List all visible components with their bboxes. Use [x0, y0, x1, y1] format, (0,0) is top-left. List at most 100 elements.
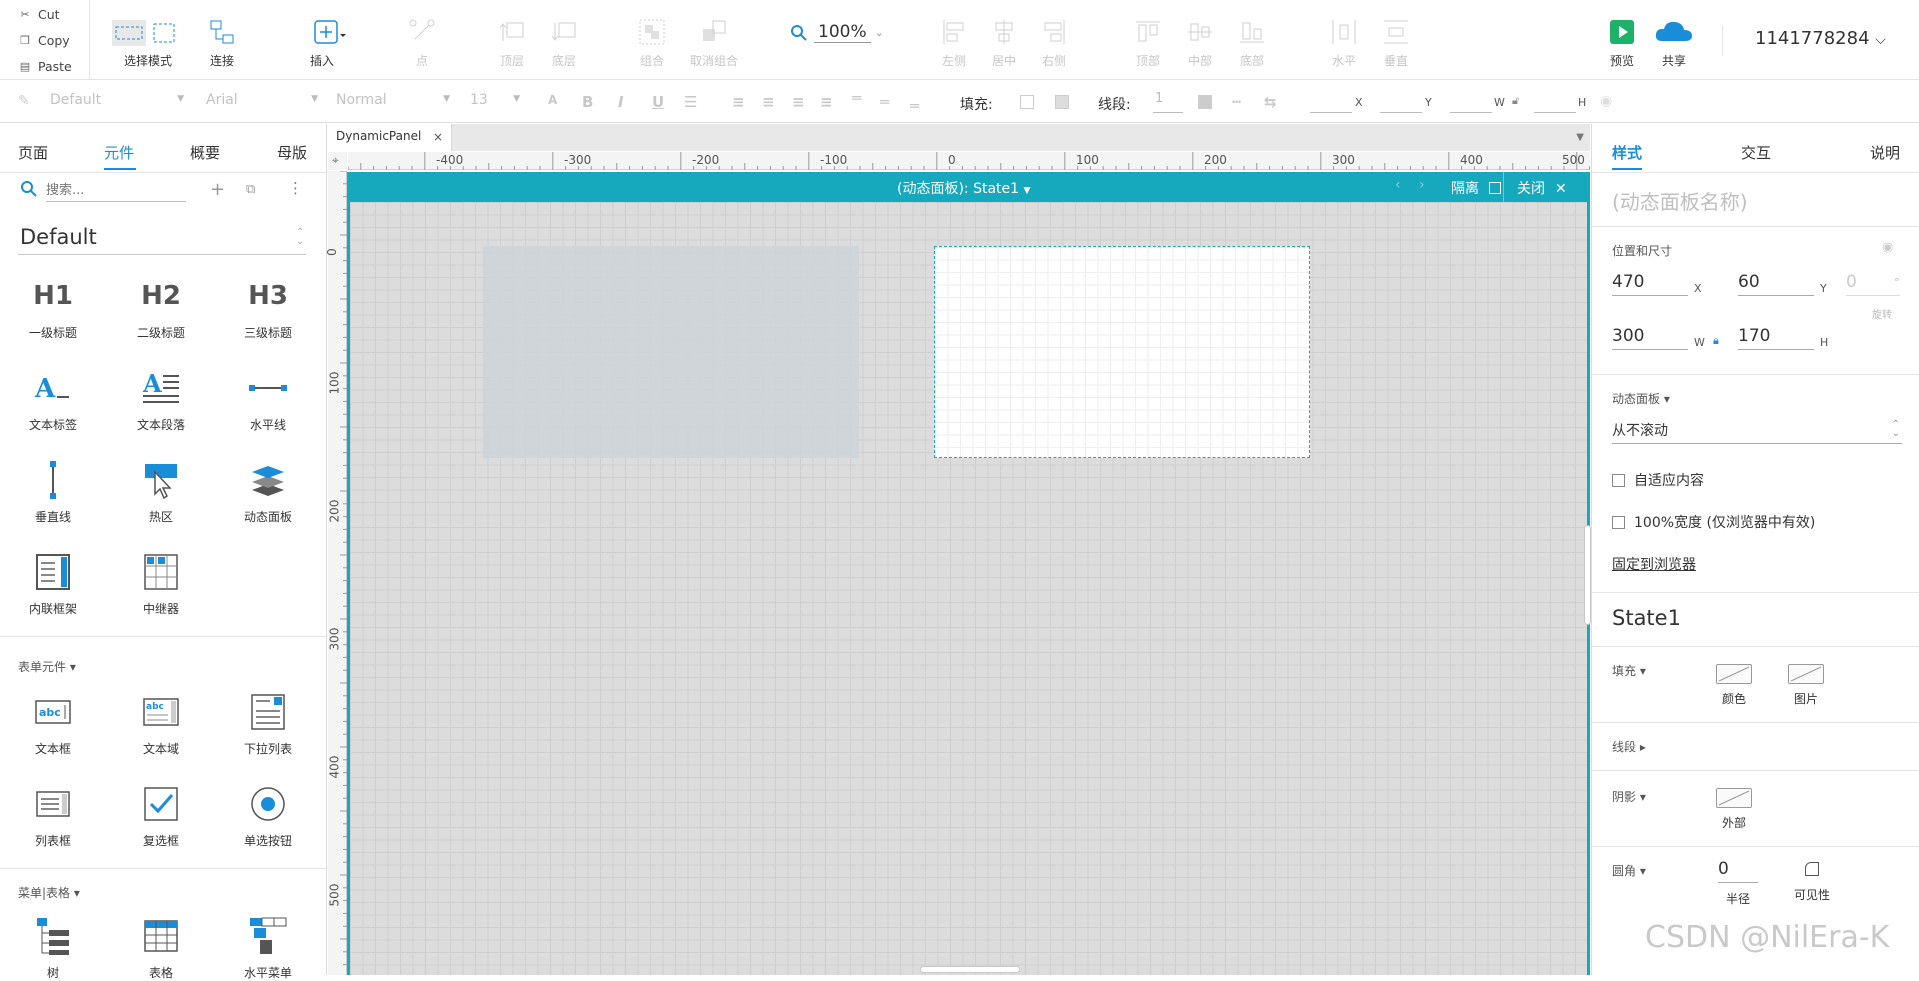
widget-hline[interactable]: 水平线 — [223, 366, 313, 433]
send-to-back-button[interactable]: 底层 — [532, 14, 596, 74]
lock-icon[interactable]: 🔒︎ — [1713, 334, 1719, 348]
vertical-scrollbar[interactable] — [1584, 525, 1591, 625]
widget-hotspot[interactable]: 热区 — [116, 458, 206, 525]
font-size-select[interactable]: 13 ▼ — [470, 92, 520, 114]
h-input[interactable] — [1534, 91, 1576, 113]
y-input[interactable]: 60 — [1738, 272, 1814, 296]
widget-vline[interactable]: 垂直线 — [8, 458, 98, 525]
corner-radius-section[interactable]: 圆角 ▾ — [1612, 862, 1646, 879]
widget-paragraph[interactable]: A 文本段落 — [116, 366, 206, 433]
radius-input[interactable]: 0 — [1718, 859, 1758, 883]
fill-shadow-swatch[interactable] — [1055, 95, 1069, 109]
visibility-eye-icon[interactable]: ◉ — [1600, 93, 1612, 109]
y-input[interactable] — [1380, 91, 1422, 113]
widget-radio[interactable]: 单选按钮 — [223, 782, 313, 849]
tab-style[interactable]: 样式 — [1612, 142, 1642, 163]
justify-text-icon[interactable]: ≡ — [820, 93, 833, 111]
text-color-icon[interactable]: A — [548, 93, 557, 107]
next-state-icon[interactable]: › — [1419, 177, 1425, 193]
shadow-section[interactable]: 阴影 ▾ — [1612, 788, 1646, 805]
height-input[interactable]: 170 — [1738, 326, 1814, 350]
align-text-center-icon[interactable]: ≡ — [762, 93, 775, 111]
align-text-left-icon[interactable]: ≡ — [732, 93, 745, 111]
close-panel-button[interactable]: 关闭 ✕ — [1517, 178, 1567, 198]
menu-table-section[interactable]: 菜单|表格 ▾ — [18, 884, 80, 901]
valign-bottom-icon[interactable]: ═ — [910, 97, 919, 115]
stroke-section[interactable]: 线段 ▸ — [1612, 738, 1646, 755]
widget-h3[interactable]: H3 三级标题 — [223, 274, 313, 341]
widget-dropdown[interactable]: 下拉列表 — [223, 690, 313, 757]
fit-content-checkbox[interactable]: 自适应内容 — [1612, 470, 1704, 490]
fill-section[interactable]: 填充 ▾ — [1612, 662, 1646, 679]
widget-textarea[interactable]: abc 文本域 — [116, 690, 206, 757]
tab-list-dropdown-icon[interactable]: ▼ — [1576, 132, 1584, 143]
share-button[interactable]: 共享 — [1642, 14, 1706, 74]
close-tab-icon[interactable]: × — [433, 130, 443, 144]
widget-textbox[interactable]: abc 文本框 — [8, 690, 98, 757]
tab-notes[interactable]: 说明 — [1870, 142, 1900, 163]
widget-text-label[interactable]: A 文本标签 — [8, 366, 98, 433]
widget-listbox[interactable]: 列表框 — [8, 782, 98, 849]
distribute-vertical-button[interactable]: 垂直 — [1364, 14, 1428, 74]
w-input[interactable] — [1450, 91, 1492, 113]
tab-outline[interactable]: 概要 — [190, 142, 220, 163]
widget-h1[interactable]: H1 一级标题 — [8, 274, 98, 341]
dynamic-panel-state-area[interactable] — [934, 246, 1310, 458]
tab-interaction[interactable]: 交互 — [1741, 142, 1771, 163]
widget-horizontal-menu[interactable]: 水平菜单 — [223, 914, 313, 981]
point-button[interactable]: 点 — [390, 14, 454, 74]
scroll-behavior-select[interactable]: 从不滚动 ⌃ ⌄ — [1612, 420, 1902, 444]
align-right-button[interactable]: 右侧 — [1022, 14, 1086, 74]
full-width-checkbox[interactable]: 100%宽度 (仅浏览器中有效) — [1612, 512, 1815, 532]
widget-h2[interactable]: H2 二级标题 — [116, 274, 206, 341]
search-input[interactable] — [46, 180, 186, 202]
more-options-icon[interactable]: ⋮ — [288, 179, 303, 197]
copy-button[interactable]: ❐ Copy — [0, 28, 88, 52]
underline-icon[interactable]: U — [652, 93, 664, 111]
width-input[interactable]: 300 — [1612, 326, 1688, 350]
font-weight-select[interactable]: Normal ▼ — [336, 92, 450, 114]
rotation-input[interactable]: 0 — [1846, 272, 1900, 296]
paste-button[interactable]: ▤ Paste — [0, 54, 88, 78]
tab-pages[interactable]: 页面 — [18, 142, 48, 163]
stroke-pattern-icon[interactable]: ┅ — [1232, 93, 1241, 111]
valign-middle-icon[interactable]: ═ — [880, 93, 889, 111]
bullet-list-icon[interactable]: ☰ — [684, 93, 697, 111]
prev-state-icon[interactable]: ‹ — [1395, 177, 1401, 193]
isolate-button[interactable]: 隔离 — [1451, 178, 1501, 198]
stroke-width-input[interactable]: 1 — [1153, 91, 1183, 113]
visibility-eye-icon[interactable]: ◉ — [1882, 240, 1893, 255]
library-select[interactable]: Default — [20, 225, 97, 249]
x-input[interactable]: 470 — [1612, 272, 1688, 296]
stroke-color-swatch[interactable] — [1198, 95, 1212, 109]
dynamic-panel-section[interactable]: 动态面板 ▾ — [1612, 390, 1670, 407]
widget-checkbox[interactable]: 复选框 — [116, 782, 206, 849]
user-account-menu[interactable]: 1141778284 ⌵ — [1755, 28, 1886, 49]
state-name[interactable]: State1 — [1612, 606, 1681, 630]
insert-button[interactable]: 插入 — [290, 14, 354, 74]
corner-visibility-button[interactable]: 可见性 — [1788, 862, 1836, 903]
bold-icon[interactable]: B — [582, 93, 593, 111]
connect-button[interactable]: 连接 — [190, 14, 254, 74]
fill-color-swatch[interactable] — [1020, 95, 1034, 109]
style-select[interactable]: Default ▼ — [50, 92, 184, 114]
group-button[interactable]: 组合 — [620, 14, 684, 74]
outer-shadow-button[interactable]: 外部 — [1704, 788, 1764, 831]
widget-tree[interactable]: 树 — [8, 914, 98, 981]
font-select[interactable]: Arial ▼ — [206, 92, 318, 114]
horizontal-scrollbar[interactable] — [920, 966, 1020, 973]
italic-icon[interactable]: I — [618, 93, 624, 111]
unlock-icon[interactable]: 🔓︎ — [1512, 94, 1519, 108]
align-text-right-icon[interactable]: ≡ — [792, 93, 805, 111]
tab-masters[interactable]: 母版 — [277, 142, 307, 163]
widget-table[interactable]: 表格 — [116, 914, 206, 981]
tab-widgets[interactable]: 元件 — [104, 142, 134, 163]
add-library-icon[interactable]: + — [210, 179, 225, 200]
widget-repeater[interactable]: 中继器 — [116, 550, 206, 617]
form-widgets-section[interactable]: 表单元件 ▾ — [18, 658, 76, 675]
library-manage-icon[interactable]: ⧉ — [246, 182, 255, 197]
widget-dynamic-panel[interactable]: 动态面板 — [223, 458, 313, 525]
tab-dynamic-panel[interactable]: DynamicPanel × — [328, 124, 452, 151]
widget-inline-frame[interactable]: 内联框架 — [8, 550, 98, 617]
state-selector[interactable]: (动态面板): State1 ▼ — [897, 178, 1030, 198]
